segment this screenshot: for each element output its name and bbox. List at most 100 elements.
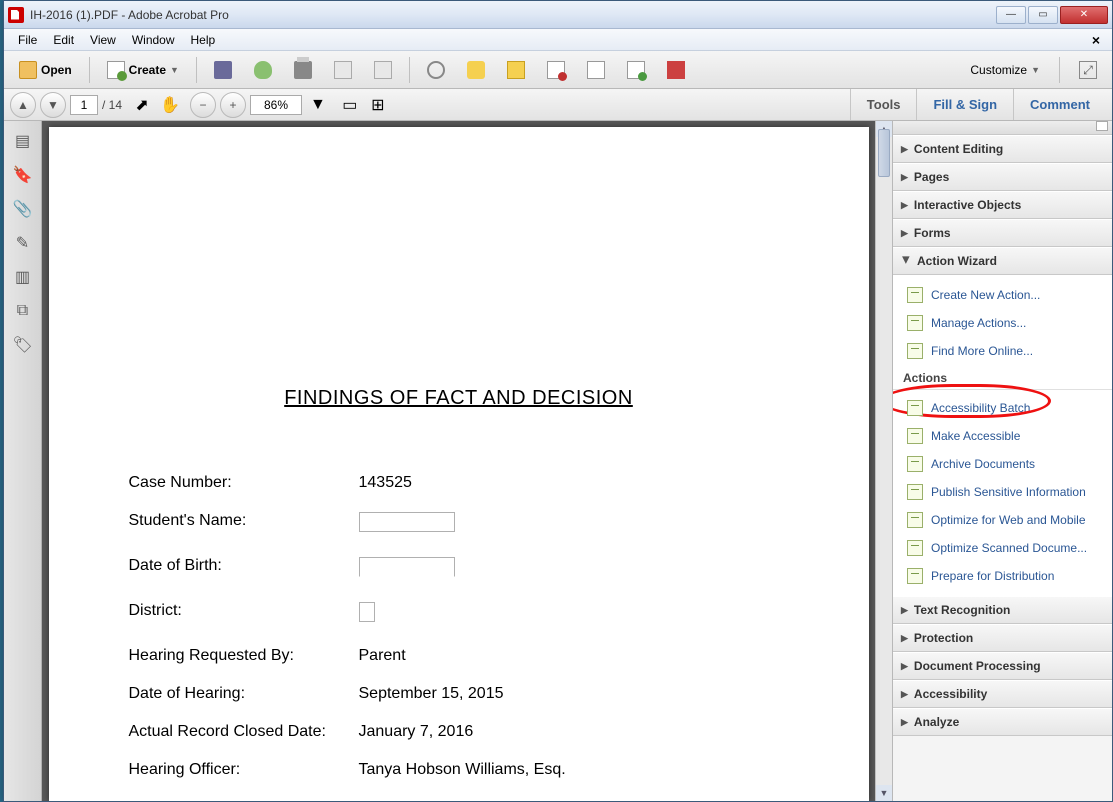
minimize-button[interactable]: — — [996, 6, 1026, 24]
fill-sign-tab[interactable]: Fill & Sign — [916, 89, 1013, 120]
panel-section-header[interactable]: ▶Accessibility — [893, 680, 1112, 708]
email-button[interactable] — [365, 56, 401, 84]
tags-icon[interactable]: 🏷 — [13, 335, 33, 355]
panel-section-header[interactable]: ▶Text Recognition — [893, 596, 1112, 624]
action-wizard-label: Action Wizard — [917, 254, 997, 268]
action-label: Manage Actions... — [931, 316, 1026, 330]
wizard-action-item[interactable]: Create New Action... — [893, 281, 1112, 309]
export-button[interactable] — [618, 56, 654, 84]
action-item[interactable]: Make Accessible — [893, 422, 1112, 450]
scroll-thumb[interactable] — [878, 129, 890, 177]
triangle-right-icon: ▶ — [901, 633, 908, 644]
panel-section-header[interactable]: ▶Analyze — [893, 708, 1112, 736]
remove-button[interactable] — [538, 56, 574, 84]
panel-section-header[interactable]: ▶Protection — [893, 624, 1112, 652]
document-heading: FINDINGS OF FACT AND DECISION — [129, 387, 789, 410]
maximize-button[interactable]: ▭ — [1028, 6, 1058, 24]
menu-view[interactable]: View — [82, 31, 124, 49]
prev-page-button[interactable]: ▲ — [10, 92, 36, 118]
expand-icon — [1079, 61, 1097, 79]
cloud-button[interactable] — [245, 56, 281, 84]
print-button[interactable] — [285, 56, 321, 84]
tools-panel: ▶Content Editing▶Pages▶Interactive Objec… — [892, 121, 1112, 801]
attachments-icon[interactable]: 📎 — [13, 199, 33, 219]
fullscreen-button[interactable] — [1070, 56, 1106, 84]
save-icon — [214, 61, 232, 79]
page-total-label: / 14 — [102, 98, 122, 112]
wizard-action-item[interactable]: Find More Online... — [893, 337, 1112, 365]
flag-button[interactable] — [658, 56, 694, 84]
panel-section-header[interactable]: ▶Content Editing — [893, 135, 1112, 163]
field-value — [359, 602, 375, 627]
tools-tab[interactable]: Tools — [850, 89, 917, 120]
menu-window[interactable]: Window — [124, 31, 183, 49]
action-label: Optimize Scanned Docume... — [931, 541, 1087, 555]
action-item[interactable]: Prepare for Distribution — [893, 562, 1112, 590]
comment-tab[interactable]: Comment — [1013, 89, 1106, 120]
chevron-down-icon: ▼ — [1031, 65, 1040, 75]
triangle-right-icon: ▶ — [901, 689, 908, 700]
main-toolbar: Open Create ▼ Customize ▼ — [4, 51, 1112, 89]
close-window-button[interactable]: ✕ — [1060, 6, 1108, 24]
chevron-down-icon[interactable]: ▼ — [306, 96, 330, 114]
triangle-right-icon: ▶ — [901, 200, 908, 211]
document-row: Actual Record Closed Date:January 7, 201… — [129, 723, 789, 741]
triangle-right-icon: ▶ — [901, 228, 908, 239]
menu-edit[interactable]: Edit — [45, 31, 82, 49]
open-button[interactable]: Open — [10, 56, 81, 84]
action-item[interactable]: Publish Sensitive Information — [893, 478, 1112, 506]
triangle-right-icon: ▶ — [901, 717, 908, 728]
thumbnails-icon[interactable]: ▤ — [13, 131, 33, 151]
highlight-button[interactable] — [498, 56, 534, 84]
signatures-icon[interactable]: ✎ — [13, 233, 33, 253]
field-value: Tanya Hobson Williams, Esq. — [359, 761, 566, 779]
action-item[interactable]: Accessibility Batch — [893, 394, 1112, 422]
create-button[interactable]: Create ▼ — [98, 56, 188, 84]
menu-help[interactable]: Help — [183, 31, 224, 49]
layers-icon[interactable]: ▥ — [13, 267, 33, 287]
edit-button[interactable] — [325, 56, 361, 84]
fit-width-button[interactable]: ⊞ — [366, 93, 390, 117]
print-icon — [294, 61, 312, 79]
action-item[interactable]: Optimize Scanned Docume... — [893, 534, 1112, 562]
scroll-down-arrow[interactable]: ▼ — [876, 785, 892, 801]
zoom-out-button[interactable]: − — [190, 92, 216, 118]
action-item[interactable]: Archive Documents — [893, 450, 1112, 478]
fit-page-button[interactable]: ▭ — [338, 93, 362, 117]
wizard-action-item[interactable]: Manage Actions... — [893, 309, 1112, 337]
action-item[interactable]: Optimize for Web and Mobile — [893, 506, 1112, 534]
save-button[interactable] — [205, 56, 241, 84]
action-icon — [907, 428, 923, 444]
actions-section-label: Actions — [893, 365, 1112, 390]
action-label: Prepare for Distribution — [931, 569, 1054, 583]
zoom-in-button[interactable]: + — [220, 92, 246, 118]
field-label: Student's Name: — [129, 512, 359, 537]
document-viewport[interactable]: FINDINGS OF FACT AND DECISION Case Numbe… — [42, 121, 875, 801]
comment-bubble-button[interactable] — [458, 56, 494, 84]
panel-section-header[interactable]: ▶Interactive Objects — [893, 191, 1112, 219]
panel-section-header[interactable]: ▶Pages — [893, 163, 1112, 191]
action-label: Create New Action... — [931, 288, 1040, 302]
customize-button[interactable]: Customize ▼ — [961, 56, 1049, 84]
bookmarks-icon[interactable]: 🔖 — [13, 165, 33, 185]
next-page-button[interactable]: ▼ — [40, 92, 66, 118]
hand-icon: ✋ — [160, 95, 180, 115]
settings-button[interactable] — [418, 56, 454, 84]
vertical-scrollbar[interactable]: ▲ ▼ — [875, 121, 892, 801]
panel-section-header[interactable]: ▶Document Processing — [893, 652, 1112, 680]
panel-grip[interactable] — [893, 121, 1112, 135]
section-title: Text Recognition — [914, 603, 1010, 617]
order-icon[interactable]: ⧉ — [13, 301, 33, 321]
hand-tool-button[interactable]: ✋ — [158, 93, 182, 117]
doc-button[interactable] — [578, 56, 614, 84]
page-number-input[interactable] — [70, 95, 98, 115]
panel-section-header[interactable]: ▶Forms — [893, 219, 1112, 247]
new-doc-icon — [107, 61, 125, 79]
speech-bubble-icon — [467, 61, 485, 79]
select-tool-button[interactable]: ⬈ — [130, 93, 154, 117]
menu-file[interactable]: File — [10, 31, 45, 49]
zoom-level-input[interactable] — [250, 95, 302, 115]
close-doc-button[interactable]: × — [1086, 32, 1106, 48]
open-label: Open — [41, 63, 72, 77]
action-wizard-header[interactable]: ▶ Action Wizard — [893, 247, 1112, 275]
